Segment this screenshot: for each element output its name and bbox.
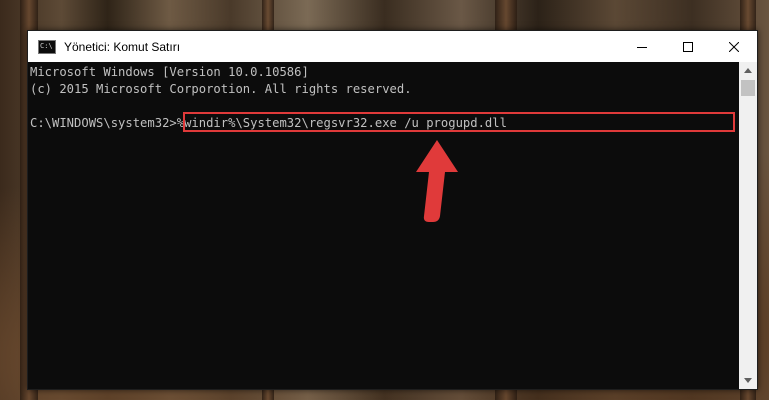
red-arrow-icon — [416, 140, 458, 222]
annotation-arrow — [416, 140, 458, 222]
